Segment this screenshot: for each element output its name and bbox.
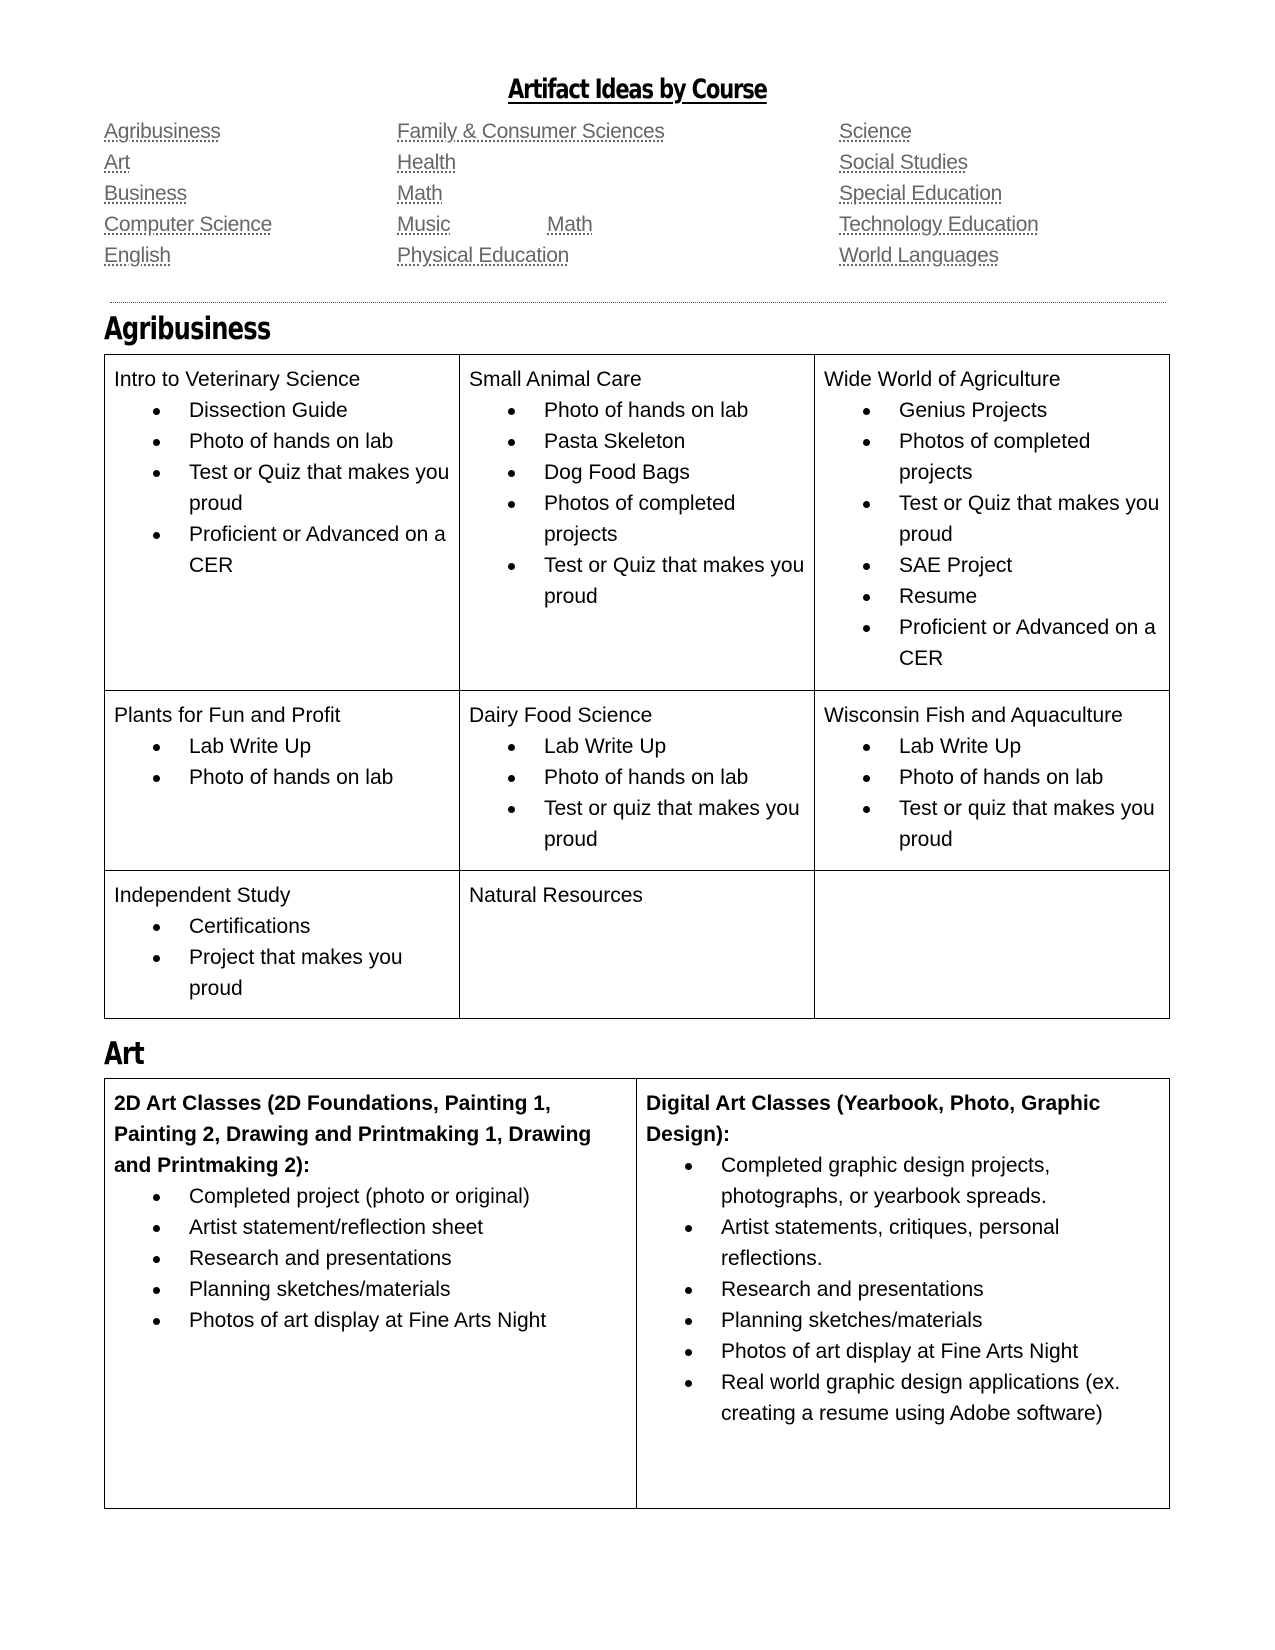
course-cell: Small Animal Care Photo of hands on lab …	[459, 354, 815, 691]
artifact-item: Photos of art display at Fine Arts Night	[685, 1336, 1161, 1367]
toc-link-physical-education[interactable]: Physical Education	[397, 240, 665, 271]
course-title: 2D Art Classes (2D Foundations, Painting…	[114, 1092, 592, 1177]
artifact-item: Artist statement/reflection sheet	[153, 1212, 628, 1243]
artifact-item: Photos of completed projects	[863, 426, 1161, 488]
toc-column-2: Family & Consumer Sciences Health Math M…	[397, 116, 665, 271]
toc-link-family-consumer-sciences[interactable]: Family & Consumer Sciences	[397, 116, 665, 147]
artifact-list: Lab Write Up Photo of hands on lab	[114, 731, 451, 793]
artifact-item: Completed project (photo or original)	[153, 1181, 628, 1212]
artifact-list: Genius Projects Photos of completed proj…	[824, 395, 1161, 674]
artifact-item: Genius Projects	[863, 395, 1161, 426]
course-cell: Wisconsin Fish and Aquaculture Lab Write…	[814, 690, 1170, 871]
artifact-list: Completed project (photo or original) Ar…	[114, 1181, 628, 1336]
course-title: Plants for Fun and Profit	[114, 704, 341, 727]
toc-link-world-languages[interactable]: World Languages	[839, 240, 1038, 271]
page-title: Artifact Ideas by Course	[508, 74, 768, 105]
toc-link-technology-education[interactable]: Technology Education	[839, 209, 1039, 240]
artifact-item: Photos of art display at Fine Arts Night	[153, 1305, 628, 1336]
artifact-item: Resume	[863, 581, 1161, 612]
course-cell: Independent Study Certifications Project…	[104, 870, 460, 1019]
toc-link-music[interactable]: Music	[397, 209, 451, 240]
artifact-item: Lab Write Up	[863, 731, 1161, 762]
toc-column-1: Agribusiness Art Business Computer Scien…	[104, 116, 272, 271]
artifact-item: Photo of hands on lab	[508, 395, 806, 426]
artifact-item: Planning sketches/materials	[153, 1274, 628, 1305]
course-title: Digital Art Classes (Yearbook, Photo, Gr…	[646, 1092, 1101, 1146]
course-title: Independent Study	[114, 884, 291, 907]
agribusiness-table: Intro to Veterinary Science Dissection G…	[104, 354, 1170, 1019]
artifact-item: Test or Quiz that makes you proud	[153, 457, 451, 519]
course-cell: Plants for Fun and Profit Lab Write Up P…	[104, 690, 460, 871]
artifact-item: Real world graphic design applications (…	[685, 1367, 1161, 1429]
artifact-item: Planning sketches/materials	[685, 1305, 1161, 1336]
course-cell: Intro to Veterinary Science Dissection G…	[104, 354, 460, 691]
artifact-list: Lab Write Up Photo of hands on lab Test …	[469, 731, 806, 855]
artifact-list: Photo of hands on lab Pasta Skeleton Dog…	[469, 395, 806, 612]
course-title: Natural Resources	[469, 884, 643, 907]
artifact-list: Lab Write Up Photo of hands on lab Test …	[824, 731, 1161, 855]
artifact-item: Test or Quiz that makes you proud	[508, 550, 806, 612]
artifact-item: Certifications	[153, 911, 451, 942]
toc-link-health[interactable]: Health	[397, 147, 665, 178]
artifact-item: Proficient or Advanced on a CER	[863, 612, 1161, 674]
toc-link-math[interactable]: Math	[397, 178, 665, 209]
artifact-item: Dissection Guide	[153, 395, 451, 426]
course-cell: Dairy Food Science Lab Write Up Photo of…	[459, 690, 815, 871]
artifact-item: Photo of hands on lab	[153, 762, 451, 793]
artifact-list: Dissection Guide Photo of hands on lab T…	[114, 395, 451, 581]
artifact-item: Lab Write Up	[153, 731, 451, 762]
artifact-item: Test or quiz that makes you proud	[508, 793, 806, 855]
toc-link-agribusiness[interactable]: Agribusiness	[104, 116, 272, 147]
course-cell: Digital Art Classes (Yearbook, Photo, Gr…	[636, 1078, 1170, 1509]
course-cell: Wide World of Agriculture Genius Project…	[814, 354, 1170, 691]
artifact-item: Test or quiz that makes you proud	[863, 793, 1161, 855]
artifact-item: Photo of hands on lab	[153, 426, 451, 457]
toc-link-special-education[interactable]: Special Education	[839, 178, 1038, 209]
divider	[110, 302, 1166, 303]
artifact-item: Photo of hands on lab	[508, 762, 806, 793]
empty-cell	[814, 870, 1170, 1019]
artifact-item: SAE Project	[863, 550, 1161, 581]
artifact-item: Artist statements, critiques, personal r…	[685, 1212, 1161, 1274]
toc-link-social-studies[interactable]: Social Studies	[839, 147, 1038, 178]
artifact-item: Proficient or Advanced on a CER	[153, 519, 451, 581]
toc-link-art[interactable]: Art	[104, 147, 272, 178]
course-title: Dairy Food Science	[469, 704, 653, 727]
toc-link-english[interactable]: English	[104, 240, 272, 271]
toc-link-math-2[interactable]: Math	[547, 209, 593, 240]
artifact-item: Completed graphic design projects, photo…	[685, 1150, 1161, 1212]
artifact-item: Lab Write Up	[508, 731, 806, 762]
section-heading-agribusiness: Agribusiness	[104, 311, 271, 347]
course-cell: 2D Art Classes (2D Foundations, Painting…	[104, 1078, 637, 1509]
artifact-item: Research and presentations	[153, 1243, 628, 1274]
course-title: Wide World of Agriculture	[824, 368, 1061, 391]
toc-link-science[interactable]: Science	[839, 116, 1038, 147]
artifact-item: Research and presentations	[685, 1274, 1161, 1305]
course-title: Intro to Veterinary Science	[114, 368, 361, 391]
artifact-list: Certifications Project that makes you pr…	[114, 911, 451, 1004]
toc-link-business[interactable]: Business	[104, 178, 272, 209]
artifact-item: Dog Food Bags	[508, 457, 806, 488]
course-title: Small Animal Care	[469, 368, 642, 391]
toc-link-computer-science[interactable]: Computer Science	[104, 209, 272, 240]
artifact-item: Photo of hands on lab	[863, 762, 1161, 793]
course-title: Wisconsin Fish and Aquaculture	[824, 704, 1123, 727]
artifact-item: Pasta Skeleton	[508, 426, 806, 457]
course-cell: Natural Resources	[459, 870, 815, 1019]
art-table: 2D Art Classes (2D Foundations, Painting…	[104, 1078, 1170, 1509]
section-heading-art: Art	[104, 1036, 145, 1072]
toc-column-3: Science Social Studies Special Education…	[839, 116, 1039, 271]
artifact-item: Project that makes you proud	[153, 942, 451, 1004]
artifact-item: Test or Quiz that makes you proud	[863, 488, 1161, 550]
artifact-list: Completed graphic design projects, photo…	[646, 1150, 1161, 1429]
artifact-item: Photos of completed projects	[508, 488, 806, 550]
